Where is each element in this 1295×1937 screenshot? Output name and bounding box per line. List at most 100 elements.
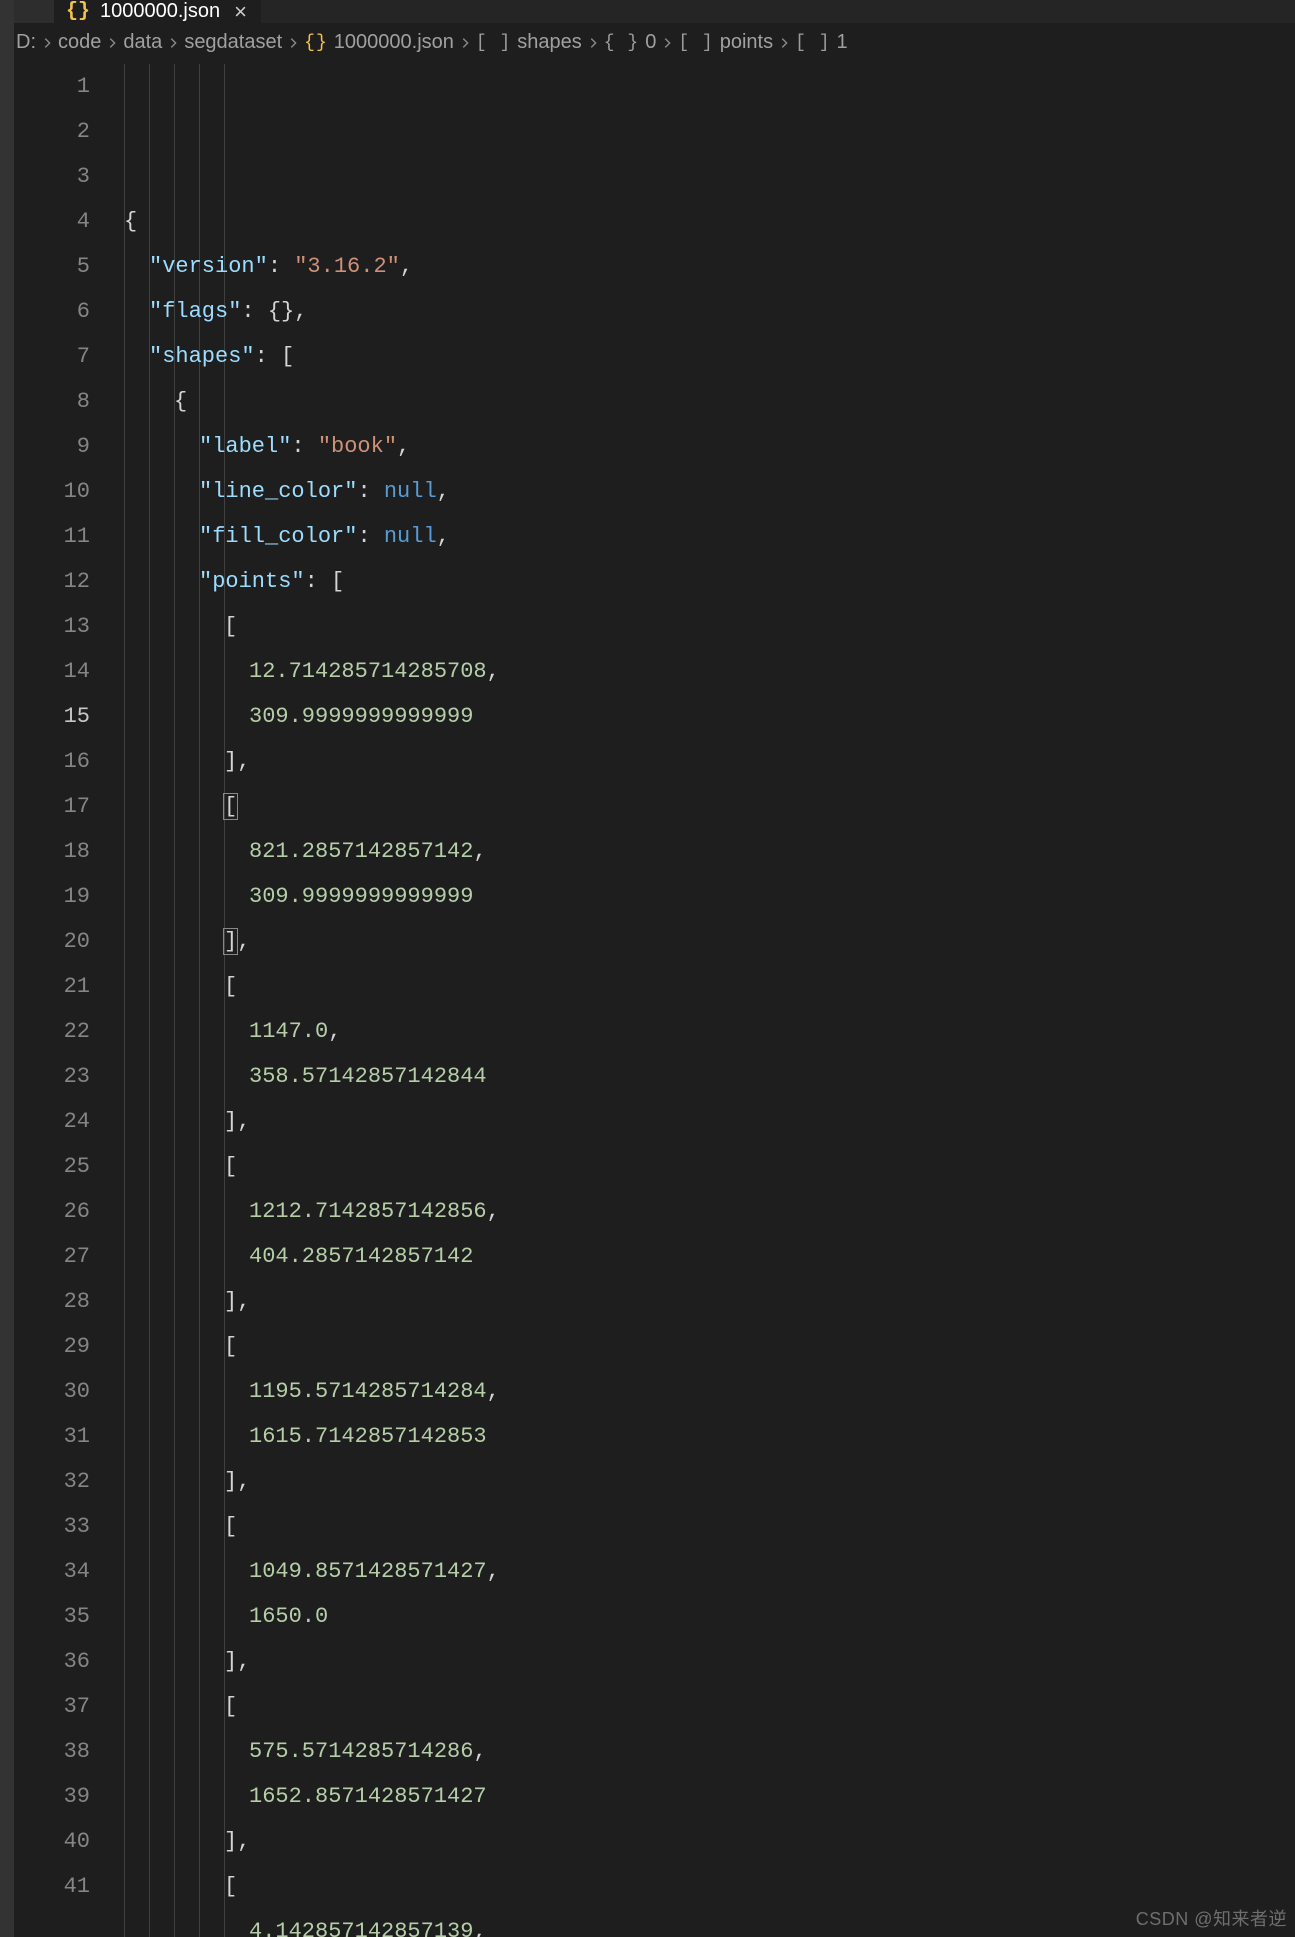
- breadcrumb-item[interactable]: data: [123, 31, 162, 54]
- line-number: 35: [14, 1594, 90, 1639]
- token-n: 309.9999999999999: [249, 884, 473, 909]
- token-p: [: [224, 1874, 237, 1899]
- breadcrumb-label: code: [58, 31, 101, 54]
- code-line[interactable]: "fill_color": null,: [124, 514, 1295, 559]
- line-number: 25: [14, 1144, 90, 1189]
- breadcrumb-item[interactable]: [ ]shapes: [476, 31, 582, 54]
- code-line[interactable]: "points": [: [124, 559, 1295, 604]
- breadcrumb-item[interactable]: {}1000000.json: [304, 31, 454, 54]
- code-line[interactable]: ],: [124, 919, 1295, 964]
- breadcrumb-item[interactable]: [ ]points: [678, 31, 773, 54]
- code-line[interactable]: "shapes": [: [124, 334, 1295, 379]
- line-number: 17: [14, 784, 90, 829]
- token-p: [: [224, 974, 237, 999]
- code-line[interactable]: ],: [124, 1099, 1295, 1144]
- code-line[interactable]: [: [124, 1684, 1295, 1729]
- breadcrumb-item[interactable]: { }0: [604, 31, 657, 54]
- code-line[interactable]: 12.714285714285708,: [124, 649, 1295, 694]
- tab-active[interactable]: {} 1000000.json ×: [54, 0, 262, 23]
- code-line[interactable]: "version": "3.16.2",: [124, 244, 1295, 289]
- breadcrumb[interactable]: D: code data segdataset {}1000000.json [ ]sha…: [14, 23, 1295, 64]
- code-line[interactable]: 575.5714285714286,: [124, 1729, 1295, 1774]
- token-p: ,: [487, 1559, 500, 1584]
- token-p: {: [124, 209, 137, 234]
- code-line[interactable]: 358.57142857142844: [124, 1054, 1295, 1099]
- token-p: ,: [400, 254, 413, 279]
- breadcrumb-item[interactable]: [ ] 1: [795, 31, 848, 54]
- code-line[interactable]: 309.9999999999999: [124, 694, 1295, 739]
- token-p: ],: [224, 1289, 250, 1314]
- line-number: 11: [14, 514, 90, 559]
- code-line[interactable]: [: [124, 1504, 1295, 1549]
- tab-spacer: [14, 0, 54, 23]
- json-file-icon: {}: [304, 33, 328, 53]
- breadcrumb-label: 1: [837, 31, 848, 54]
- chevron-right-icon: [658, 36, 676, 50]
- line-number: 37: [14, 1684, 90, 1729]
- token-p: ],: [224, 1109, 250, 1134]
- breadcrumb-item[interactable]: D:: [16, 31, 36, 54]
- token-p: ],: [224, 1829, 250, 1854]
- code-line[interactable]: ],: [124, 1819, 1295, 1864]
- code-line[interactable]: "label": "book",: [124, 424, 1295, 469]
- code-line[interactable]: ],: [124, 1459, 1295, 1504]
- line-number: 22: [14, 1009, 90, 1054]
- code-line[interactable]: [: [124, 964, 1295, 1009]
- token-n: 1615.7142857142853: [249, 1424, 487, 1449]
- bracket-icon: { }: [604, 33, 639, 53]
- code-line[interactable]: 1615.7142857142853: [124, 1414, 1295, 1459]
- code-line[interactable]: ],: [124, 739, 1295, 784]
- code-line[interactable]: [: [124, 1324, 1295, 1369]
- code-line[interactable]: ],: [124, 1279, 1295, 1324]
- code-line[interactable]: 1652.8571428571427: [124, 1774, 1295, 1819]
- code-line[interactable]: "flags": {},: [124, 289, 1295, 334]
- token-n: 1195.5714285714284: [249, 1379, 487, 1404]
- token-n: 1147.0: [249, 1019, 328, 1044]
- chevron-right-icon: [584, 36, 602, 50]
- code-line[interactable]: 4.142857142857139,: [124, 1909, 1295, 1937]
- code-line[interactable]: [: [124, 784, 1295, 829]
- line-number: 13: [14, 604, 90, 649]
- code-line[interactable]: ],: [124, 1639, 1295, 1684]
- token-p: [: [224, 1154, 237, 1179]
- token-p: ,: [487, 659, 500, 684]
- token-n: 1049.8571428571427: [249, 1559, 487, 1584]
- editor-area: {} 1000000.json × D: code data segdataset {}…: [14, 0, 1295, 1937]
- breadcrumb-item[interactable]: code: [58, 31, 101, 54]
- app-root: {} 1000000.json × D: code data segdataset {}…: [0, 0, 1295, 1937]
- code-line[interactable]: 1147.0,: [124, 1009, 1295, 1054]
- code-line[interactable]: 821.2857142857142,: [124, 829, 1295, 874]
- code-line[interactable]: 309.9999999999999: [124, 874, 1295, 919]
- code-line[interactable]: [: [124, 604, 1295, 649]
- code-line[interactable]: [: [124, 1864, 1295, 1909]
- token-p: [: [223, 793, 238, 820]
- token-p: :: [357, 524, 383, 549]
- code-line[interactable]: {: [124, 199, 1295, 244]
- code-line[interactable]: {: [124, 379, 1295, 424]
- token-p: :: [291, 434, 317, 459]
- line-number: 19: [14, 874, 90, 919]
- breadcrumb-item[interactable]: segdataset: [184, 31, 282, 54]
- token-p: ,: [437, 524, 450, 549]
- token-p: ,: [437, 479, 450, 504]
- line-number: 31: [14, 1414, 90, 1459]
- code-line[interactable]: 1195.5714285714284,: [124, 1369, 1295, 1414]
- bracket-icon: [ ]: [795, 33, 830, 53]
- close-icon[interactable]: ×: [230, 1, 247, 23]
- code-editor[interactable]: 1234567891011121314151617181920212223242…: [14, 64, 1295, 1937]
- code-line[interactable]: "line_color": null,: [124, 469, 1295, 514]
- code-content[interactable]: { "version": "3.16.2","flags": {},"shapes…: [124, 64, 1295, 1937]
- line-number: 3: [14, 154, 90, 199]
- token-k: "label": [199, 434, 291, 459]
- token-p: ,: [473, 1919, 486, 1937]
- code-line[interactable]: [: [124, 1144, 1295, 1189]
- code-line[interactable]: 404.2857142857142: [124, 1234, 1295, 1279]
- token-p: ,: [487, 1199, 500, 1224]
- activity-bar[interactable]: [0, 0, 14, 1937]
- token-s: "3.16.2": [294, 254, 400, 279]
- code-line[interactable]: 1212.7142857142856,: [124, 1189, 1295, 1234]
- breadcrumb-label: data: [123, 31, 162, 54]
- code-line[interactable]: 1650.0: [124, 1594, 1295, 1639]
- token-p: [: [224, 1694, 237, 1719]
- code-line[interactable]: 1049.8571428571427,: [124, 1549, 1295, 1594]
